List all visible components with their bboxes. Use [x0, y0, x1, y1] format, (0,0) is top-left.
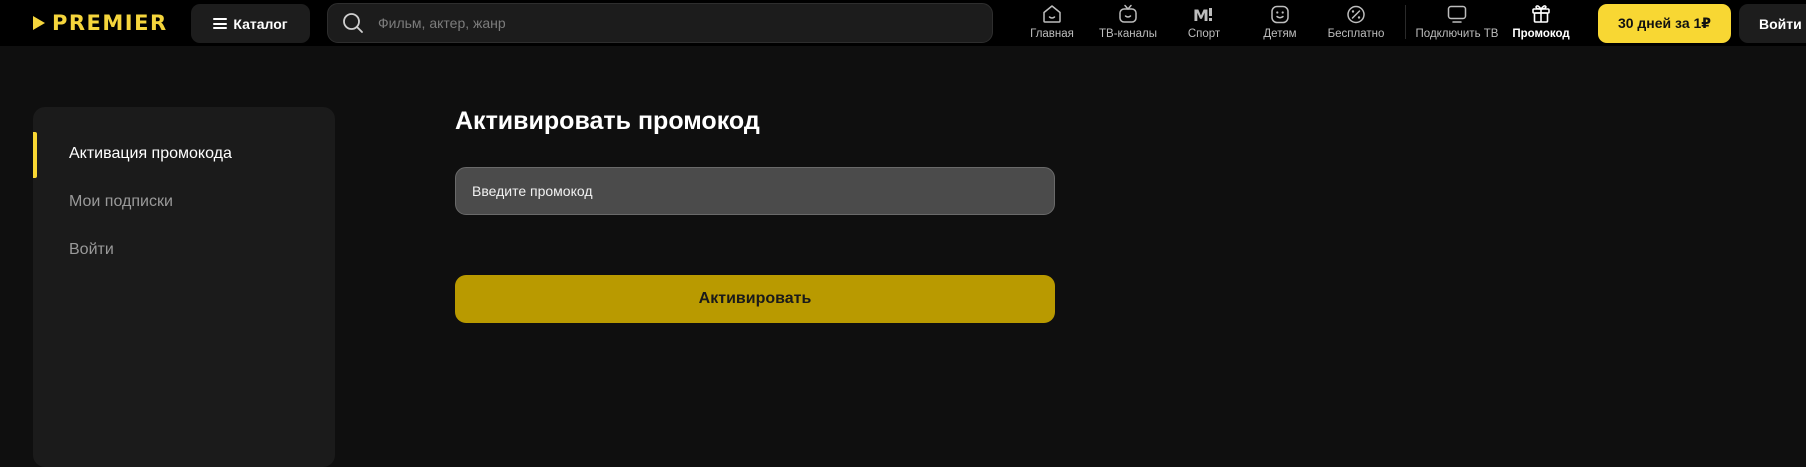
svg-text:M: M	[1193, 6, 1209, 24]
play-logo-icon	[33, 16, 45, 30]
logo-text: PREMIER	[52, 11, 168, 35]
catalog-label: Каталог	[233, 15, 288, 32]
home-icon	[1043, 5, 1061, 23]
menu-icon	[213, 18, 228, 29]
free-icon	[1347, 5, 1365, 24]
nav-connect-tv[interactable]: Подключить ТВ	[1412, 0, 1502, 46]
search-input[interactable]	[376, 14, 936, 32]
nav-tv-channels[interactable]: ТВ-каналы	[1096, 0, 1160, 46]
premier-logo[interactable]: PREMIER	[32, 10, 168, 36]
promo-code-input[interactable]	[455, 167, 1055, 215]
nav-divider	[1405, 5, 1406, 39]
sidebar-item-label: Войти	[69, 241, 114, 258]
nav-kids-label: Детям	[1263, 28, 1297, 40]
sidebar-item-login[interactable]: Войти	[33, 226, 335, 274]
nav-free[interactable]: Бесплатно	[1324, 0, 1388, 46]
gift-icon	[1532, 5, 1550, 23]
kids-icon	[1271, 5, 1289, 24]
nav-promo[interactable]: Промокод	[1511, 0, 1571, 46]
sidebar-item-promo-activation[interactable]: Активация промокода	[33, 130, 335, 178]
header-login-button[interactable]: Войти	[1739, 4, 1806, 43]
tv-channels-icon	[1119, 4, 1137, 23]
nav-home-label: Главная	[1030, 28, 1074, 40]
top-header: PREMIER Каталог Главная	[0, 0, 1806, 46]
connect-tv-icon	[1447, 5, 1467, 23]
nav-sport-label: Спорт	[1187, 28, 1221, 40]
nav-sport[interactable]: M Спорт	[1184, 0, 1224, 46]
nav-free-label: Бесплатно	[1327, 28, 1385, 40]
account-sidebar: Активация промокода Мои подписки Войти	[33, 107, 335, 467]
search-bar[interactable]	[327, 3, 993, 43]
sidebar-item-subscriptions[interactable]: Мои подписки	[33, 178, 335, 226]
sidebar-item-label: Мои подписки	[69, 193, 173, 210]
sport-icon: M	[1193, 6, 1212, 24]
nav-kids[interactable]: Детям	[1258, 0, 1302, 46]
activate-button[interactable]: Активировать	[455, 275, 1055, 323]
trial-subscription-button[interactable]: 30 дней за 1₽	[1598, 4, 1731, 43]
page-title: Активировать промокод	[455, 107, 760, 135]
nav-home[interactable]: Главная	[1028, 0, 1076, 46]
nav-promo-label: Промокод	[1512, 28, 1570, 40]
nav-connect-tv-label: Подключить ТВ	[1415, 28, 1499, 40]
nav-tv-channels-label: ТВ-каналы	[1099, 28, 1157, 40]
catalog-button[interactable]: Каталог	[191, 4, 310, 43]
sidebar-item-label: Активация промокода	[69, 145, 232, 162]
search-icon	[342, 12, 364, 34]
